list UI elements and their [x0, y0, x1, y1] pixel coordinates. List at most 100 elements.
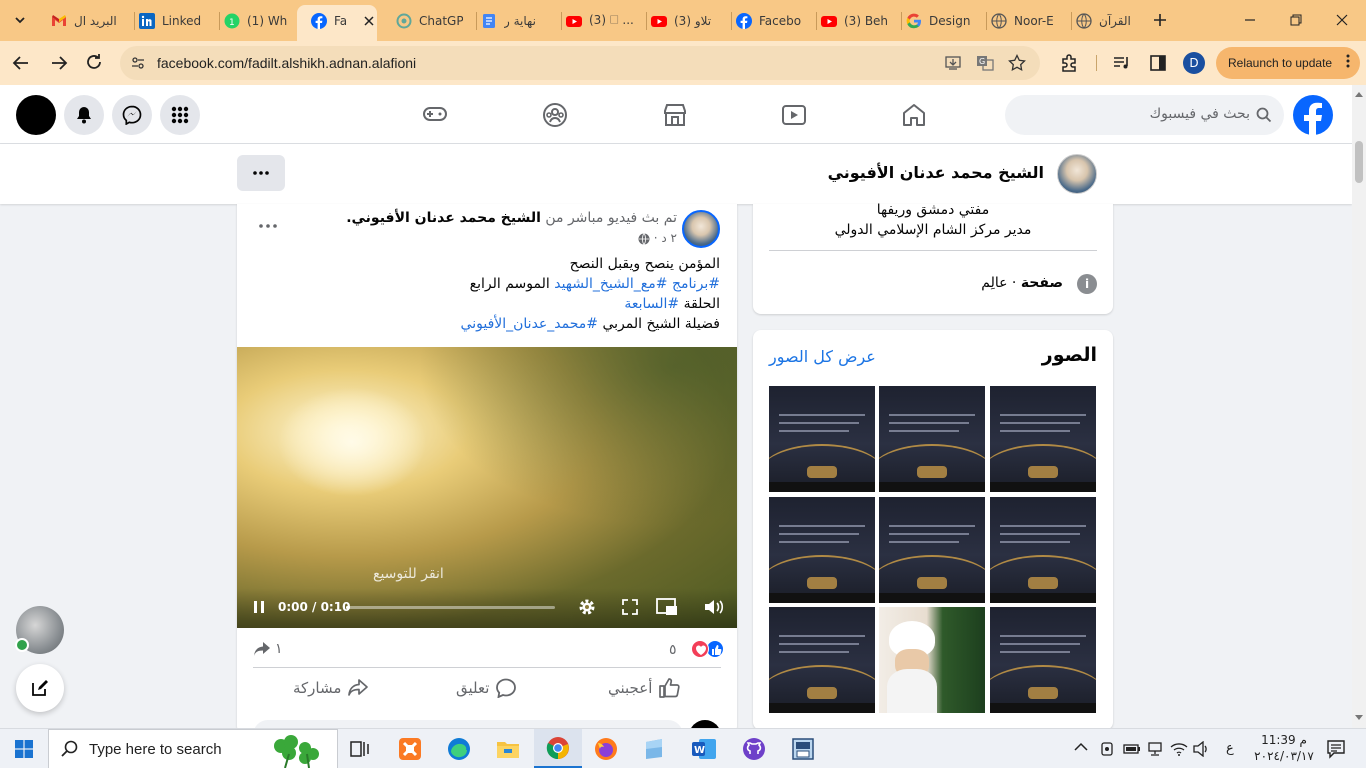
hashtag-link[interactable]: #محمد_عدنان_الأفيوني [461, 316, 598, 332]
photo-thumbnail[interactable] [879, 386, 985, 492]
media-control-icon[interactable] [1112, 53, 1132, 73]
post-options-button[interactable] [259, 224, 277, 228]
browser-tab[interactable]: (3) 🗆 ... [566, 7, 633, 35]
restore-button[interactable] [1276, 6, 1316, 34]
marketplace-icon[interactable] [662, 102, 688, 128]
browser-tab[interactable]: Linked [139, 7, 206, 35]
start-button[interactable] [0, 729, 48, 768]
side-panel-icon[interactable] [1148, 53, 1168, 73]
minimize-button[interactable] [1230, 6, 1270, 34]
task-view-icon[interactable] [336, 729, 384, 768]
install-app-icon[interactable] [944, 54, 962, 72]
browser-tab[interactable]: نهاية ر [481, 7, 548, 35]
post-author-avatar[interactable] [682, 210, 720, 248]
back-icon[interactable] [10, 53, 32, 73]
tab-search-button[interactable] [0, 6, 40, 34]
edge-icon[interactable] [435, 729, 483, 768]
close-tab-icon[interactable] [364, 16, 374, 26]
xampp-icon[interactable] [386, 729, 434, 768]
hashtag-link[interactable]: #السابعة [624, 296, 679, 312]
wifi-icon[interactable] [1170, 741, 1188, 757]
chrome-icon[interactable] [534, 729, 582, 768]
miniplayer-icon[interactable] [656, 598, 678, 616]
new-tab-button[interactable] [1140, 6, 1180, 34]
shares-count-area[interactable]: ١ [253, 641, 283, 657]
browser-tab[interactable]: Fa [311, 7, 374, 35]
hashtag-link[interactable]: #مع_الشيخ_الشهيد [554, 276, 667, 292]
facebook-logo-icon[interactable] [1292, 94, 1334, 136]
page-more-button[interactable] [237, 155, 285, 191]
pause-icon[interactable] [253, 600, 265, 614]
share-button[interactable]: مشاركة [293, 678, 369, 698]
video-progress-track[interactable] [346, 606, 555, 609]
browser-tab[interactable]: 1 (1) Wh [224, 7, 291, 35]
show-hidden-icons-chevron-icon[interactable] [1074, 742, 1088, 752]
firefox-icon[interactable] [582, 729, 630, 768]
taskbar-search[interactable]: Type here to search [48, 729, 338, 768]
page-avatar[interactable] [1057, 154, 1097, 194]
browser-tab[interactable]: Facebo [736, 7, 803, 35]
video-player[interactable]: انقر للتوسيع 0:00 / 0:10 [237, 347, 737, 628]
notifications-button[interactable] [64, 95, 104, 135]
scroll-up-arrow-icon[interactable] [1355, 91, 1363, 97]
post-author-link[interactable]: الشيخ محمد عدنان الأفيوني. [346, 210, 541, 226]
account-avatar[interactable] [16, 95, 56, 135]
browser-tab[interactable]: ChatGP [396, 7, 463, 35]
photo-thumbnail[interactable] [769, 607, 875, 713]
video-icon[interactable] [781, 102, 807, 128]
browser-tab[interactable]: Design [906, 7, 973, 35]
browser-tab[interactable]: (3) تلاو [651, 7, 718, 35]
battery-icon[interactable] [1123, 741, 1141, 757]
taskbar-clock[interactable]: 11:39 م ٢٠٢٤/٠٣/١٧ [1248, 732, 1320, 764]
input-language[interactable]: ع [1226, 741, 1234, 756]
speaker-icon[interactable] [1193, 741, 1211, 757]
photo-thumbnail[interactable] [879, 497, 985, 603]
bookmark-star-icon[interactable] [1008, 54, 1026, 72]
love-reaction-icon[interactable] [691, 640, 709, 658]
file-explorer-icon[interactable] [484, 729, 532, 768]
image-app-icon[interactable] [779, 729, 827, 768]
fullscreen-icon[interactable] [622, 599, 638, 615]
comment-button[interactable]: تعليق [456, 678, 517, 698]
photo-thumbnail[interactable] [769, 497, 875, 603]
home-icon[interactable] [901, 102, 927, 128]
translate-icon[interactable]: G [976, 54, 994, 72]
groups-icon[interactable] [542, 102, 568, 128]
settings-gear-icon[interactable] [577, 597, 597, 617]
close-window-button[interactable] [1322, 6, 1362, 34]
github-desktop-icon[interactable] [730, 729, 778, 768]
scroll-thumb[interactable] [1355, 141, 1363, 183]
profile-avatar[interactable]: D [1183, 52, 1205, 74]
post-timestamp[interactable]: ٢ د · [638, 231, 677, 245]
scroll-down-arrow-icon[interactable] [1355, 715, 1363, 721]
extensions-icon[interactable] [1059, 53, 1079, 73]
page-title[interactable]: الشيخ محمد عدنان الأفيوني [828, 163, 1044, 182]
address-bar[interactable]: facebook.com/fadilt.alshikh.adnan.alafio… [120, 46, 1040, 80]
gaming-icon[interactable] [422, 102, 448, 126]
word-icon[interactable]: W [680, 729, 728, 768]
site-info-icon[interactable] [130, 55, 146, 71]
messenger-button[interactable] [112, 95, 152, 135]
volume-icon[interactable] [703, 598, 725, 616]
forward-icon[interactable] [48, 53, 70, 73]
page-scrollbar[interactable] [1352, 85, 1366, 728]
browser-tab[interactable]: القرآن [1076, 7, 1143, 35]
windows-app-icon[interactable] [631, 729, 679, 768]
like-button[interactable]: أعجبني [608, 678, 681, 698]
hashtag-link[interactable]: #برنامج [672, 276, 720, 292]
browser-tab[interactable]: البريد ال [51, 7, 118, 35]
photo-thumbnail[interactable] [990, 497, 1096, 603]
menu-button[interactable] [160, 95, 200, 135]
photo-thumbnail[interactable] [769, 386, 875, 492]
reactions-count[interactable]: ٥ [669, 642, 677, 658]
browser-tab[interactable]: (3) Beh [821, 7, 888, 35]
new-message-button[interactable] [16, 664, 64, 712]
reload-icon[interactable] [84, 52, 104, 72]
tray-camera-icon[interactable] [1099, 741, 1115, 757]
see-all-photos-link[interactable]: عرض كل الصور [769, 347, 876, 366]
network-icon[interactable] [1146, 741, 1164, 757]
photo-thumbnail[interactable] [990, 386, 1096, 492]
photo-thumbnail[interactable] [879, 607, 985, 713]
photo-thumbnail[interactable] [990, 607, 1096, 713]
browser-tab[interactable]: Noor-E [991, 7, 1058, 35]
